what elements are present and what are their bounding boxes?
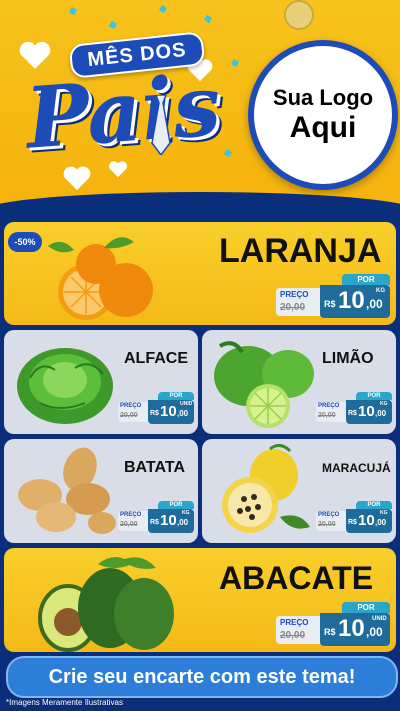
- old-price-box: PREÇO 20,00: [118, 402, 148, 422]
- price-unit: KG: [376, 288, 385, 294]
- price-integer: 10: [160, 512, 177, 529]
- logo-text-line1: Sua Logo: [272, 85, 374, 111]
- old-price: 20,00: [280, 630, 306, 641]
- price-tag: POR PREÇO 20,00 R$ 10 ,00 KG: [118, 501, 194, 533]
- old-price-box: PREÇO 20,00: [118, 511, 148, 531]
- avocado-image: [38, 557, 174, 652]
- price-integer: 10: [358, 512, 375, 529]
- discount-badge: -50%: [8, 232, 42, 252]
- product-card-alface[interactable]: ALFACE POR PREÇO 20,00 R$ 10 ,00 UNID: [4, 330, 198, 434]
- price-cents: ,00: [177, 518, 189, 527]
- preco-label: PREÇO: [318, 512, 340, 518]
- price-integer: 10: [358, 403, 375, 420]
- wave-divider: [0, 192, 400, 210]
- por-label: POR: [158, 501, 194, 509]
- product-card-laranja[interactable]: LARANJA POR PREÇO 20,00 R$ 10 ,00 KG -50…: [4, 222, 396, 325]
- price-tag: POR PREÇO 20,00 R$ 10 ,00 UNID: [276, 602, 390, 646]
- product-name: ABACATE: [219, 560, 374, 596]
- logo-placeholder[interactable]: Sua Logo Aqui: [248, 40, 398, 190]
- disclaimer: *Imagens Meramente Ilustrativas: [6, 698, 123, 707]
- price-unit: KG: [182, 510, 190, 516]
- price-tag: POR PREÇO 20,00 R$ 10 ,00 KG: [276, 274, 390, 318]
- orange-image: [48, 237, 153, 320]
- old-price: 20,00: [120, 521, 138, 528]
- price-integer: 10: [338, 615, 365, 642]
- old-price: 20,00: [280, 302, 306, 313]
- tie-icon: [151, 95, 171, 155]
- currency: R$: [324, 627, 336, 637]
- price-cents: ,00: [375, 409, 387, 418]
- confetti-decoration: [230, 58, 240, 68]
- por-label: POR: [342, 602, 390, 613]
- confetti-decoration: [203, 14, 213, 24]
- price-unit: UNID: [372, 616, 387, 622]
- price-cents: ,00: [366, 297, 383, 311]
- old-price-box: PREÇO 20,00: [276, 288, 320, 316]
- potato-image: [18, 447, 116, 534]
- por-label: POR: [342, 274, 390, 285]
- price-cents: ,00: [375, 518, 387, 527]
- preco-label: PREÇO: [318, 403, 340, 409]
- product-card-batata[interactable]: BATATA POR PREÇO 20,00 R$ 10 ,00 KG: [4, 439, 198, 543]
- currency: R$: [150, 410, 159, 417]
- product-name: LIMÃO: [322, 350, 374, 367]
- old-price: 20,00: [318, 412, 336, 419]
- old-price-box: PREÇO 20,00: [316, 402, 346, 422]
- heart-icon: [19, 41, 51, 69]
- price-unit: KG: [380, 510, 388, 516]
- price-unit: KG: [380, 401, 388, 407]
- current-price: R$ 10 ,00 KG: [320, 285, 390, 318]
- currency: R$: [150, 519, 159, 526]
- logo-text-line2: Aqui: [289, 110, 357, 144]
- por-label: POR: [356, 392, 392, 400]
- old-price-box: PREÇO 20,00: [316, 511, 346, 531]
- current-price: R$ 10 ,00 UNID: [320, 613, 390, 646]
- confetti-decoration: [223, 148, 233, 158]
- preco-label: PREÇO: [120, 512, 142, 518]
- lime-image: [214, 341, 314, 428]
- price-tag: POR PREÇO 20,00 R$ 10 ,00 KG: [316, 392, 392, 424]
- product-name: MARACUJÁ: [322, 461, 391, 475]
- price-tag: POR PREÇO 20,00 R$ 10 ,00 KG: [316, 501, 392, 533]
- current-price: R$ 10 ,00 KG: [148, 509, 194, 533]
- confetti-decoration: [68, 6, 78, 16]
- old-price: 20,00: [120, 412, 138, 419]
- price-integer: 10: [338, 287, 365, 314]
- product-name: ALFACE: [124, 350, 188, 367]
- passion-fruit-image: [222, 444, 310, 533]
- old-price-box: PREÇO 20,00: [276, 616, 320, 644]
- product-name: LARANJA: [219, 232, 382, 270]
- lettuce-image: [17, 348, 113, 424]
- currency: R$: [324, 299, 336, 309]
- coin-decoration: [284, 0, 314, 30]
- preco-label: PREÇO: [280, 290, 309, 299]
- por-label: POR: [356, 501, 392, 509]
- hero-banner: MÊS DOS Pais Sua Logo Aqui: [0, 0, 400, 210]
- price-unit: UNID: [180, 401, 193, 407]
- preco-label: PREÇO: [280, 618, 309, 627]
- currency: R$: [348, 519, 357, 526]
- por-label: POR: [158, 392, 194, 400]
- product-card-limao[interactable]: LIMÃO POR PREÇO 20,00 R$ 10 ,00 KG: [202, 330, 396, 434]
- product-card-abacate[interactable]: ABACATE POR PREÇO 20,00 R$ 10 ,00 UNID: [4, 548, 396, 652]
- price-cents: ,00: [366, 625, 383, 639]
- hero-title: Pais: [22, 55, 224, 168]
- currency: R$: [348, 410, 357, 417]
- price-tag: POR PREÇO 20,00 R$ 10 ,00 UNID: [118, 392, 194, 424]
- price-integer: 10: [160, 403, 177, 420]
- price-cents: ,00: [177, 409, 189, 418]
- heart-icon: [108, 161, 128, 178]
- confetti-decoration: [158, 4, 168, 14]
- current-price: R$ 10 ,00 KG: [346, 400, 392, 424]
- current-price: R$ 10 ,00 UNID: [148, 400, 194, 424]
- current-price: R$ 10 ,00 KG: [346, 509, 392, 533]
- preco-label: PREÇO: [120, 403, 142, 409]
- confetti-decoration: [108, 20, 118, 30]
- heart-icon: [63, 166, 91, 191]
- old-price: 20,00: [318, 521, 336, 528]
- product-name: BATATA: [124, 459, 186, 476]
- product-card-maracuja[interactable]: MARACUJÁ POR PREÇO 20,00 R$ 10 ,00 KG: [202, 439, 396, 543]
- cta-banner[interactable]: Crie seu encarte com este tema!: [6, 656, 398, 698]
